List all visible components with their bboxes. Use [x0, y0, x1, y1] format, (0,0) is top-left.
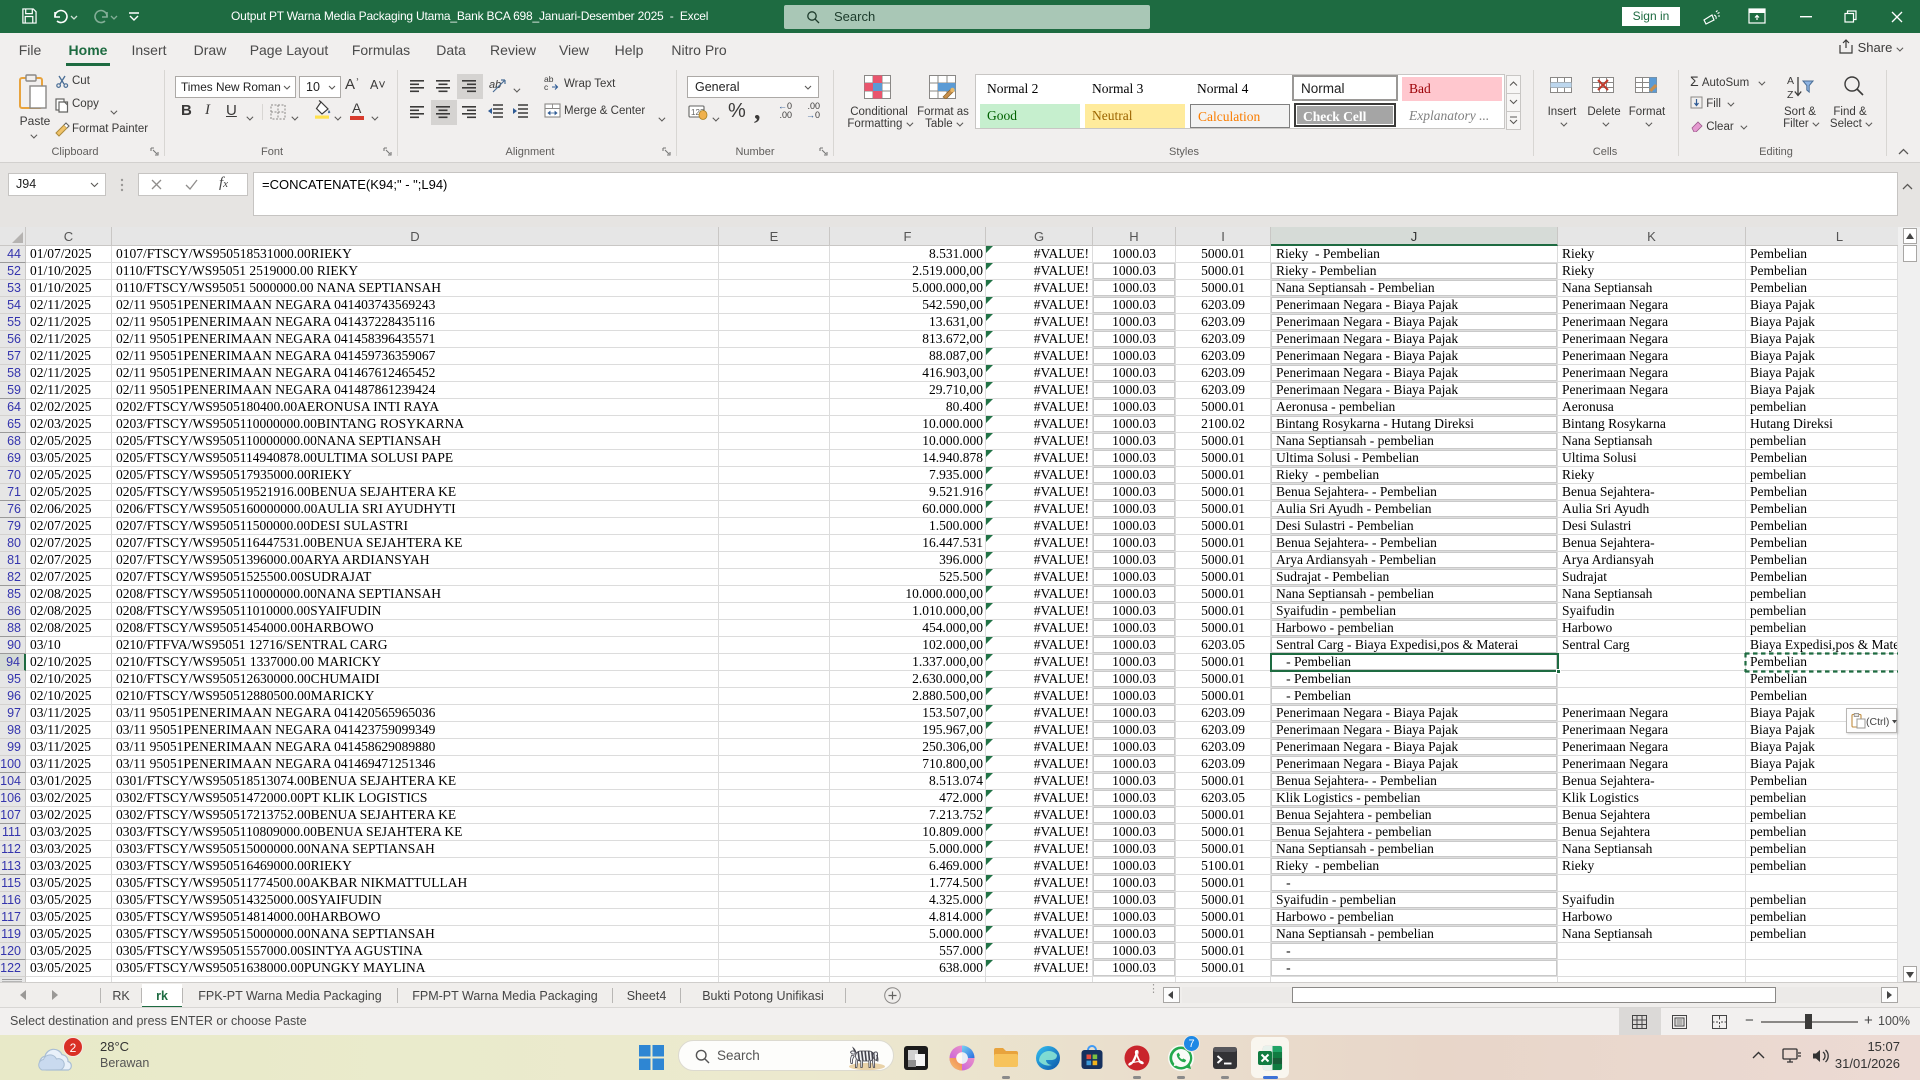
svg-text:A: A: [1787, 75, 1794, 87]
svg-text:Z: Z: [1787, 89, 1794, 101]
